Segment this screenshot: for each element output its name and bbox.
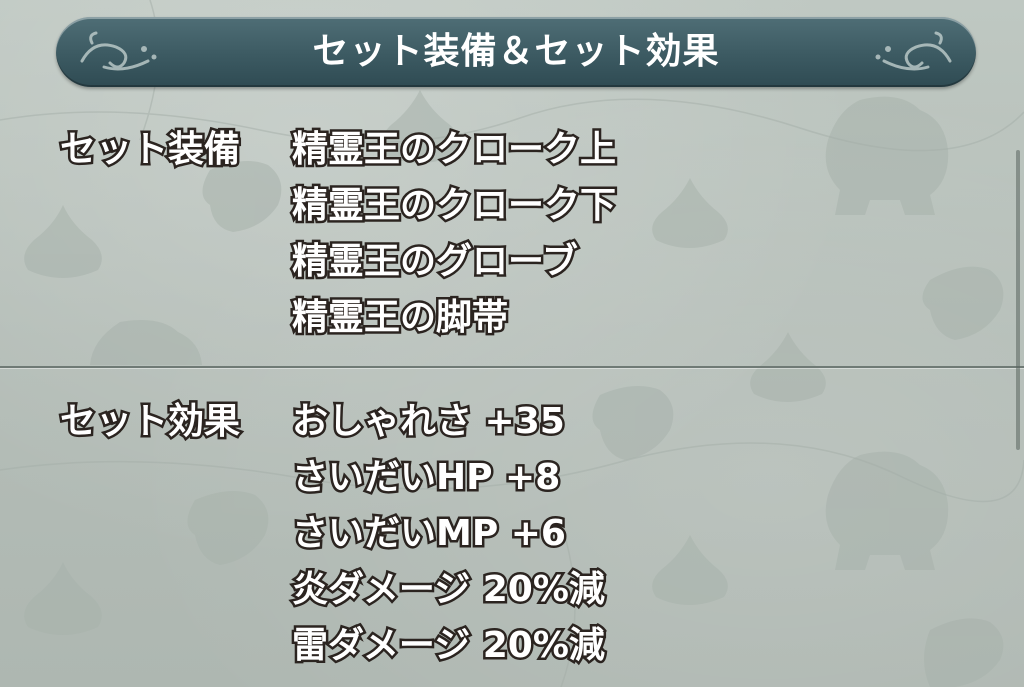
set-equipment-item: 精霊王のグローブ xyxy=(290,239,581,284)
leaf-silhouette-icon xyxy=(202,161,282,232)
golem-silhouette-icon xyxy=(825,96,949,215)
set-effect-item: おしゃれさ +35 xyxy=(290,399,568,444)
set-equipment-item: 精霊王のクローク上 xyxy=(289,127,618,172)
set-equipment-item: 精霊王の脚帯 xyxy=(289,295,510,340)
leaf-silhouette-icon xyxy=(592,386,674,460)
scrollbar[interactable] xyxy=(1016,150,1020,450)
leaf-silhouette-icon xyxy=(187,491,269,565)
leaf-silhouette-icon xyxy=(922,266,1004,340)
set-effect-item: 雷ダメージ 20%減 xyxy=(290,623,608,668)
page-title: セット装備＆セット効果 xyxy=(312,31,720,72)
set-equipment-label: セット装備 xyxy=(57,127,242,172)
set-effects-label: セット効果 xyxy=(57,399,242,444)
flourish-icon xyxy=(875,31,952,71)
slime-silhouette-icon xyxy=(24,205,102,278)
section-divider xyxy=(0,366,1024,368)
set-effect-item: 炎ダメージ 20%減 xyxy=(290,567,608,612)
slime-silhouette-icon xyxy=(652,178,728,248)
set-equipment-item: 精霊王のクローク下 xyxy=(289,183,618,228)
header-bar: セット装備＆セット効果 xyxy=(56,17,976,87)
set-effect-item: さいだいHP +8 xyxy=(289,455,562,500)
slime-silhouette-icon xyxy=(24,562,102,635)
golem-silhouette-icon xyxy=(90,319,202,365)
slime-silhouette-icon xyxy=(652,535,728,605)
set-effect-item: さいだいMP +6 xyxy=(290,511,569,556)
leaf-silhouette-icon xyxy=(924,618,1004,687)
